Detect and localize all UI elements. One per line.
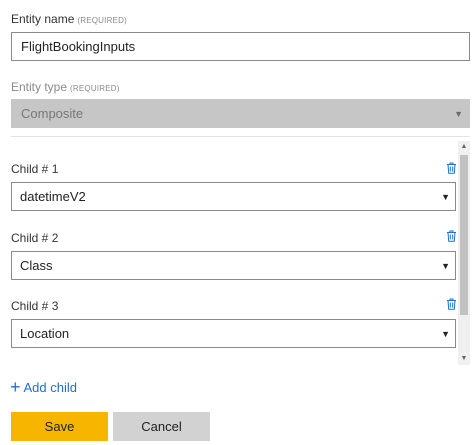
entity-name-input[interactable]: [11, 32, 470, 61]
plus-icon: +: [10, 377, 21, 397]
delete-child-3-trash-icon[interactable]: [446, 298, 457, 310]
child-1-label: Child # 1: [11, 162, 59, 176]
child-3-label: Child # 3: [11, 299, 59, 313]
child-list: Child # 1 datetimeV2 ▼ Child # 2 Class ▼…: [0, 141, 474, 365]
child-2-select[interactable]: Class ▼: [11, 251, 456, 280]
caret-down-icon: ▼: [454, 109, 463, 119]
child-2-value: Class: [20, 258, 53, 273]
scroll-up-arrow-icon[interactable]: ▲: [458, 141, 470, 153]
save-button[interactable]: Save: [11, 412, 108, 441]
child-1-value: datetimeV2: [20, 189, 86, 204]
entity-type-label-text: Entity type: [11, 80, 68, 94]
scrollbar-thumb[interactable]: [460, 155, 468, 315]
add-child-label: Add child: [23, 379, 77, 395]
entity-type-value: Composite: [21, 106, 84, 121]
child-2-label: Child # 2: [11, 231, 59, 245]
delete-child-1-trash-icon[interactable]: [446, 162, 457, 174]
add-child-link[interactable]: + Add child: [10, 378, 77, 396]
child-list-scrollbar[interactable]: ▲ ▼: [458, 141, 470, 365]
section-divider: [11, 136, 470, 137]
entity-type-required-tag: (REQUIRED): [70, 84, 120, 93]
caret-down-icon: ▼: [441, 261, 450, 271]
child-1-select[interactable]: datetimeV2 ▼: [11, 182, 456, 211]
child-3-select[interactable]: Location ▼: [11, 319, 456, 348]
delete-child-2-trash-icon[interactable]: [446, 230, 457, 242]
entity-name-label-text: Entity name: [11, 12, 75, 26]
entity-type-label: Entity type (REQUIRED): [11, 80, 120, 94]
entity-name-label: Entity name (REQUIRED): [11, 12, 127, 26]
entity-type-select: Composite ▼: [11, 99, 470, 128]
entity-name-required-tag: (REQUIRED): [77, 16, 127, 25]
caret-down-icon: ▼: [441, 329, 450, 339]
caret-down-icon: ▼: [441, 192, 450, 202]
scroll-down-arrow-icon[interactable]: ▼: [458, 353, 470, 365]
cancel-button[interactable]: Cancel: [113, 412, 210, 441]
child-3-value: Location: [20, 326, 70, 341]
